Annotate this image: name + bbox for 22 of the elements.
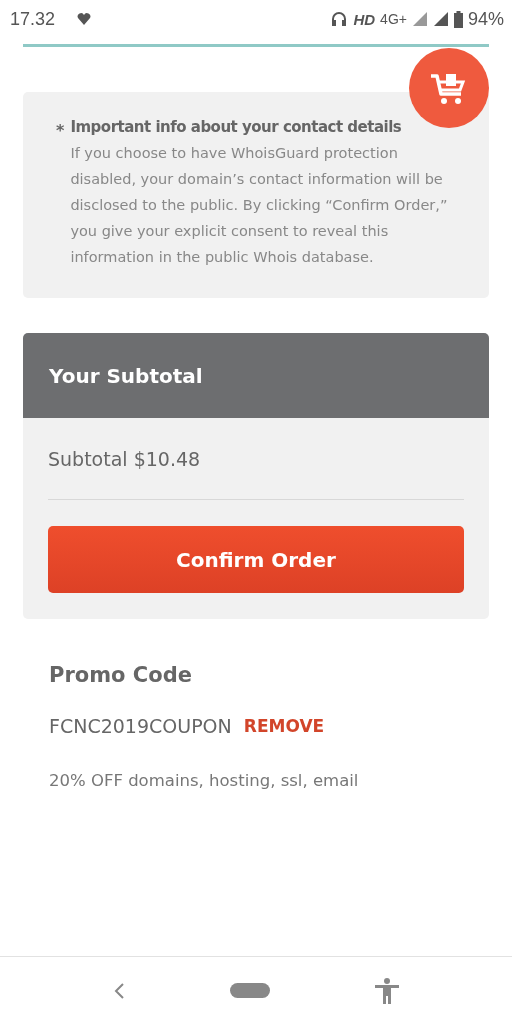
hd-label: HD xyxy=(353,10,376,28)
battery-percent: 94% xyxy=(467,8,504,30)
back-icon[interactable] xyxy=(112,981,125,1000)
subtotal-amount: Subtotal $10.48 xyxy=(48,418,464,500)
remove-link[interactable]: REMOVE xyxy=(243,716,325,736)
promo-code: FCNC2019COUPON xyxy=(49,715,232,737)
battery-icon xyxy=(453,10,463,28)
signal-icon xyxy=(432,11,449,27)
subtotal-header: Your Subtotal xyxy=(23,333,489,418)
accessibility-icon[interactable] xyxy=(375,977,400,1004)
promo-title: Promo Code xyxy=(49,663,193,687)
headphones-icon xyxy=(330,10,349,28)
network-label: 4G+ xyxy=(380,11,407,27)
clock-time: 17.32 xyxy=(10,8,56,30)
promo-description: 20% OFF domains, hosting, ssl, email xyxy=(49,771,360,790)
confirm-order-button[interactable]: Confirm Order xyxy=(48,526,464,593)
asterisk: * xyxy=(56,120,65,142)
home-pill-icon[interactable] xyxy=(230,983,270,998)
signal-icon xyxy=(411,11,428,27)
heart-icon xyxy=(77,12,92,26)
info-title: Important info about your contact details xyxy=(70,118,403,136)
info-text: If you choose to have WhoisGuard protection disabled, your domain’s contact information will be disclosed to the public. By clicking “Confirm Order,” you give your explicit consent to reveal this information in the public Whois database. xyxy=(70,144,449,267)
